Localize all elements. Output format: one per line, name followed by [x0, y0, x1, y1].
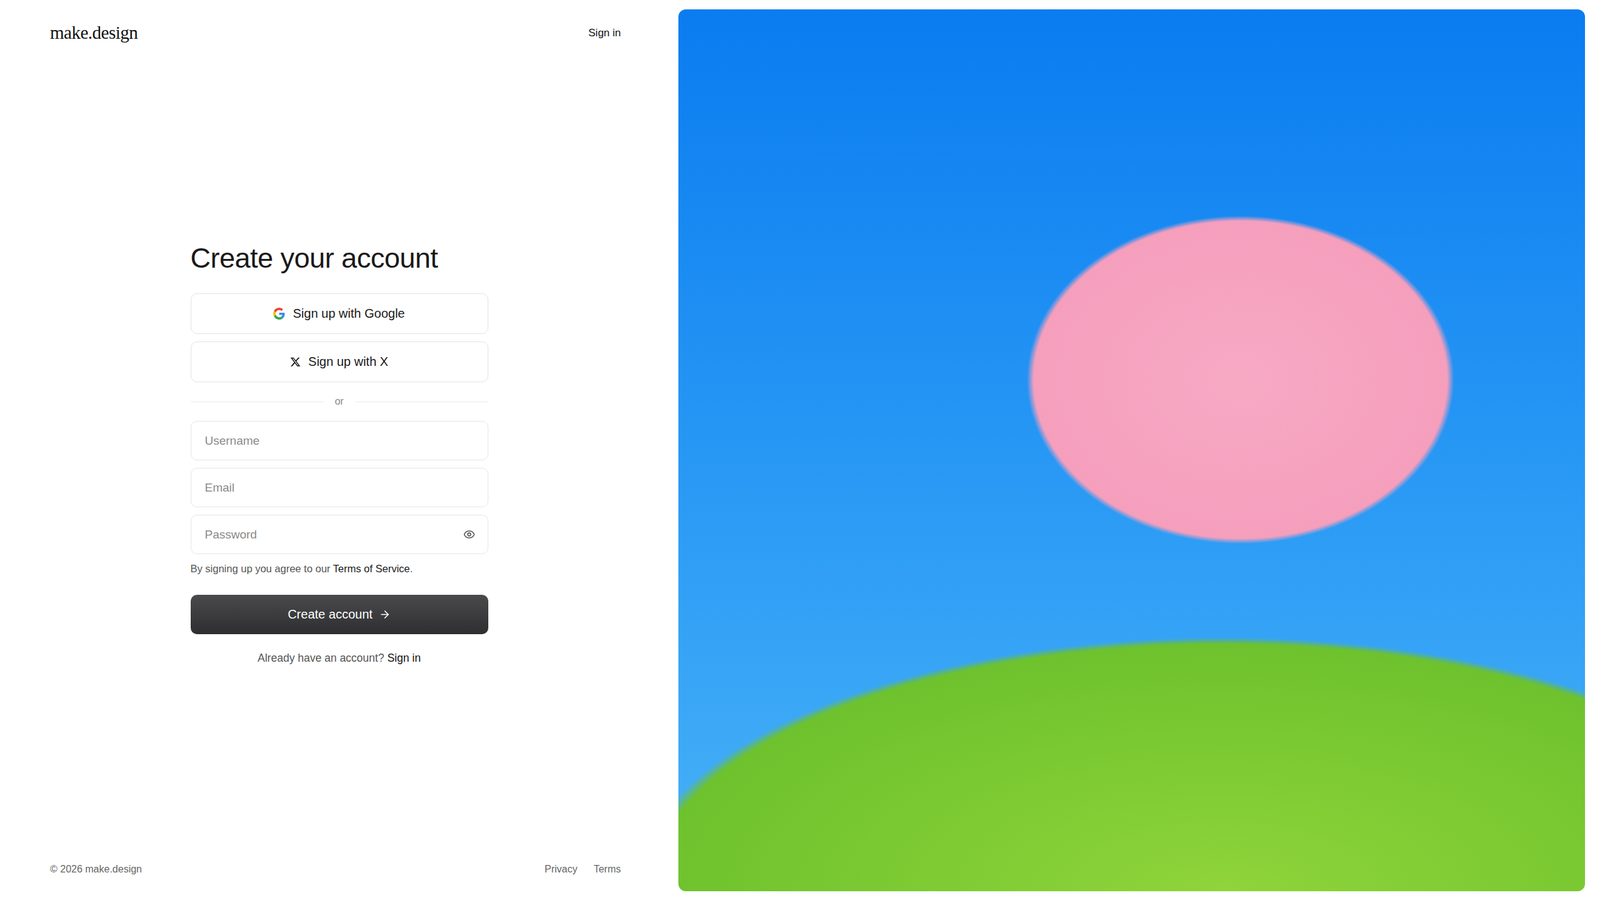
create-account-button[interactable]: Create account — [190, 594, 489, 634]
email-field — [190, 467, 489, 508]
top-bar: make.design Sign in — [0, 0, 679, 44]
sign-in-link[interactable]: Sign in — [387, 651, 421, 665]
text-input[interactable] — [203, 433, 476, 449]
show-password-button[interactable] — [463, 528, 476, 541]
arrow-right-icon — [378, 608, 391, 621]
or-divider: or — [190, 395, 489, 408]
divider-line — [190, 401, 324, 403]
hero-picture — [678, 9, 1585, 891]
main-area: Create your account Sign up with Google Si… — [0, 43, 679, 864]
left-panel: make.design Sign in Create your account Sig… — [0, 0, 679, 900]
footer-link[interactable]: Privacy — [544, 863, 578, 875]
logo[interactable]: make.design — [50, 22, 138, 44]
footer-link[interactable]: Terms — [593, 863, 621, 875]
x-signup-button[interactable]: Sign up with X — [190, 341, 489, 383]
divider-line — [355, 401, 489, 403]
signup-page: make.design Sign in Create your account Sig… — [0, 0, 1600, 900]
eye-icon — [463, 528, 476, 541]
footer-links: Privacy Terms — [544, 863, 621, 875]
form-title: Create your account — [190, 241, 489, 275]
right-panel — [678, 0, 1600, 900]
email-input[interactable] — [203, 480, 476, 496]
password-input[interactable] — [203, 527, 464, 543]
text-field — [190, 420, 489, 461]
footer: © 2026 make.design Privacy Terms — [0, 863, 679, 900]
terms-link[interactable]: Terms of Service — [333, 562, 411, 574]
google-signup-button[interactable]: Sign up with Google — [190, 293, 489, 334]
terms-note: By signing up you agree to our Terms of … — [190, 562, 489, 575]
copyright: © 2026 make.design — [50, 863, 142, 875]
password-field — [190, 514, 489, 554]
x-logo-icon — [290, 356, 301, 368]
google-icon — [273, 307, 286, 320]
signup-form: Create your account Sign up with Google Si… — [190, 241, 489, 665]
sign-in-prompt: Already have an account?Sign in — [190, 651, 489, 665]
nav-sign-in-link[interactable]: Sign in — [588, 26, 621, 40]
